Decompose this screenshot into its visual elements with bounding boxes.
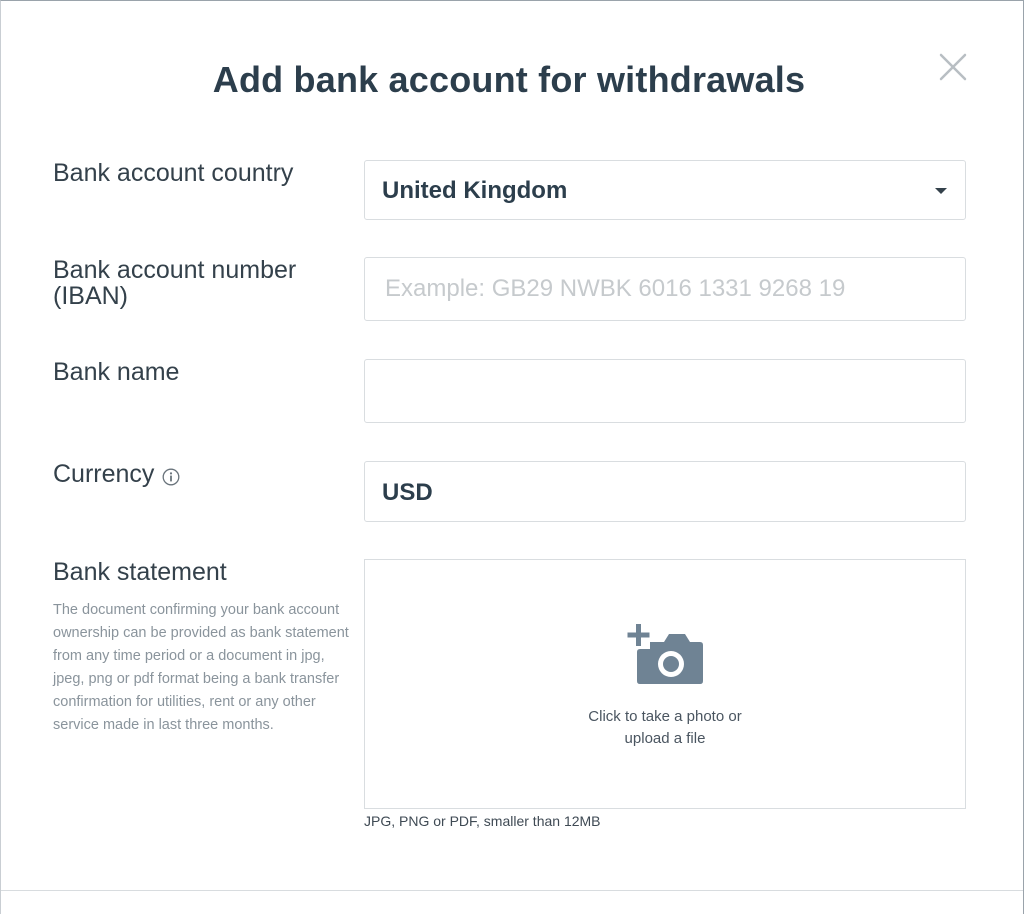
iban-label: Bank account number (IBAN) xyxy=(53,257,296,309)
upload-instructions: Click to take a photo or upload a file xyxy=(365,706,965,750)
currency-field[interactable]: USD xyxy=(364,461,966,522)
currency-label: Currency xyxy=(53,460,155,488)
statement-label: Bank statement xyxy=(53,558,227,586)
dialog-title: Add bank account for withdrawals xyxy=(212,59,806,100)
file-requirements-hint: JPG, PNG or PDF, smaller than 12MB xyxy=(364,813,601,829)
close-icon xyxy=(939,53,967,81)
upload-instruction-line2: upload a file xyxy=(624,730,706,747)
add-bank-account-dialog: Add bank account for withdrawals Bank ac… xyxy=(0,0,1024,914)
iban-label-line2: (IBAN) xyxy=(53,282,128,310)
country-label: Bank account country xyxy=(53,159,294,187)
statement-description: The document confirming your bank accoun… xyxy=(53,602,349,733)
bank-name-input[interactable] xyxy=(365,360,965,422)
dialog-footer-divider xyxy=(1,890,1023,891)
add-photo-camera-icon xyxy=(627,624,703,684)
bank-name-field-box xyxy=(364,359,966,423)
info-icon[interactable] xyxy=(162,468,180,486)
iban-label-line1: Bank account number xyxy=(53,256,297,284)
close-button[interactable] xyxy=(935,50,971,86)
statement-upload-area[interactable]: Click to take a photo or upload a file xyxy=(364,559,966,809)
iban-field-box xyxy=(364,257,966,321)
country-selected-value: United Kingdom xyxy=(382,177,568,204)
bank-name-label: Bank name xyxy=(53,358,180,386)
country-select[interactable]: United Kingdom xyxy=(364,160,966,220)
iban-input[interactable] xyxy=(365,258,965,320)
currency-value: USD xyxy=(382,479,433,506)
chevron-down-icon xyxy=(935,188,947,194)
upload-instruction-line1: Click to take a photo or xyxy=(588,708,742,725)
